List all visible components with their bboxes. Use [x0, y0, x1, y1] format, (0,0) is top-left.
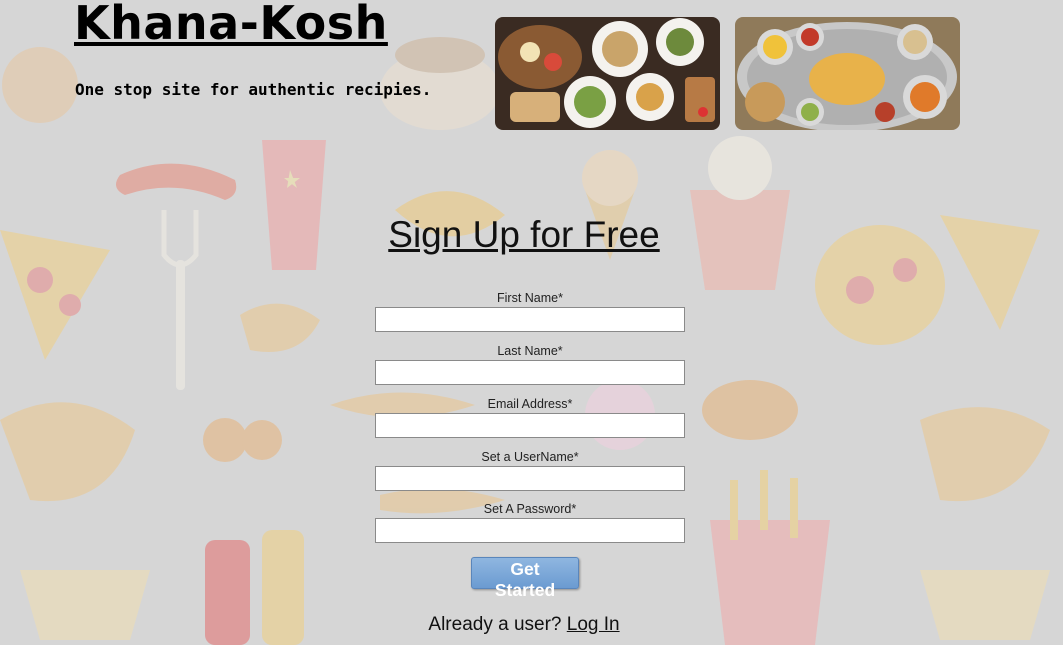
platter-image	[495, 17, 720, 130]
login-link[interactable]: Log In	[567, 614, 620, 635]
site-title[interactable]: Khana-Kosh	[74, 0, 388, 50]
thali-image	[735, 17, 960, 130]
signup-heading: Sign Up for Free	[388, 214, 660, 255]
email-label: Email Address*	[487, 397, 573, 411]
get-started-button[interactable]: Get Started	[471, 557, 579, 600]
password-label: Set A Password*	[483, 502, 577, 516]
login-prompt-text: Already a user?	[428, 614, 562, 635]
first-name-field[interactable]	[375, 307, 685, 332]
username-label: Set a UserName*	[481, 450, 579, 464]
login-prompt-line: Already a user? Log In	[0, 614, 1048, 636]
page: Khana-Kosh One stop site for authentic r…	[0, 0, 1063, 645]
last-name-label: Last Name*	[497, 344, 563, 358]
password-field[interactable]	[375, 518, 685, 543]
email-field[interactable]	[375, 413, 685, 438]
tagline: One stop site for authentic recipies.	[75, 80, 432, 99]
first-name-label: First Name*	[497, 291, 563, 305]
username-field[interactable]	[375, 466, 685, 491]
last-name-field[interactable]	[375, 360, 685, 385]
